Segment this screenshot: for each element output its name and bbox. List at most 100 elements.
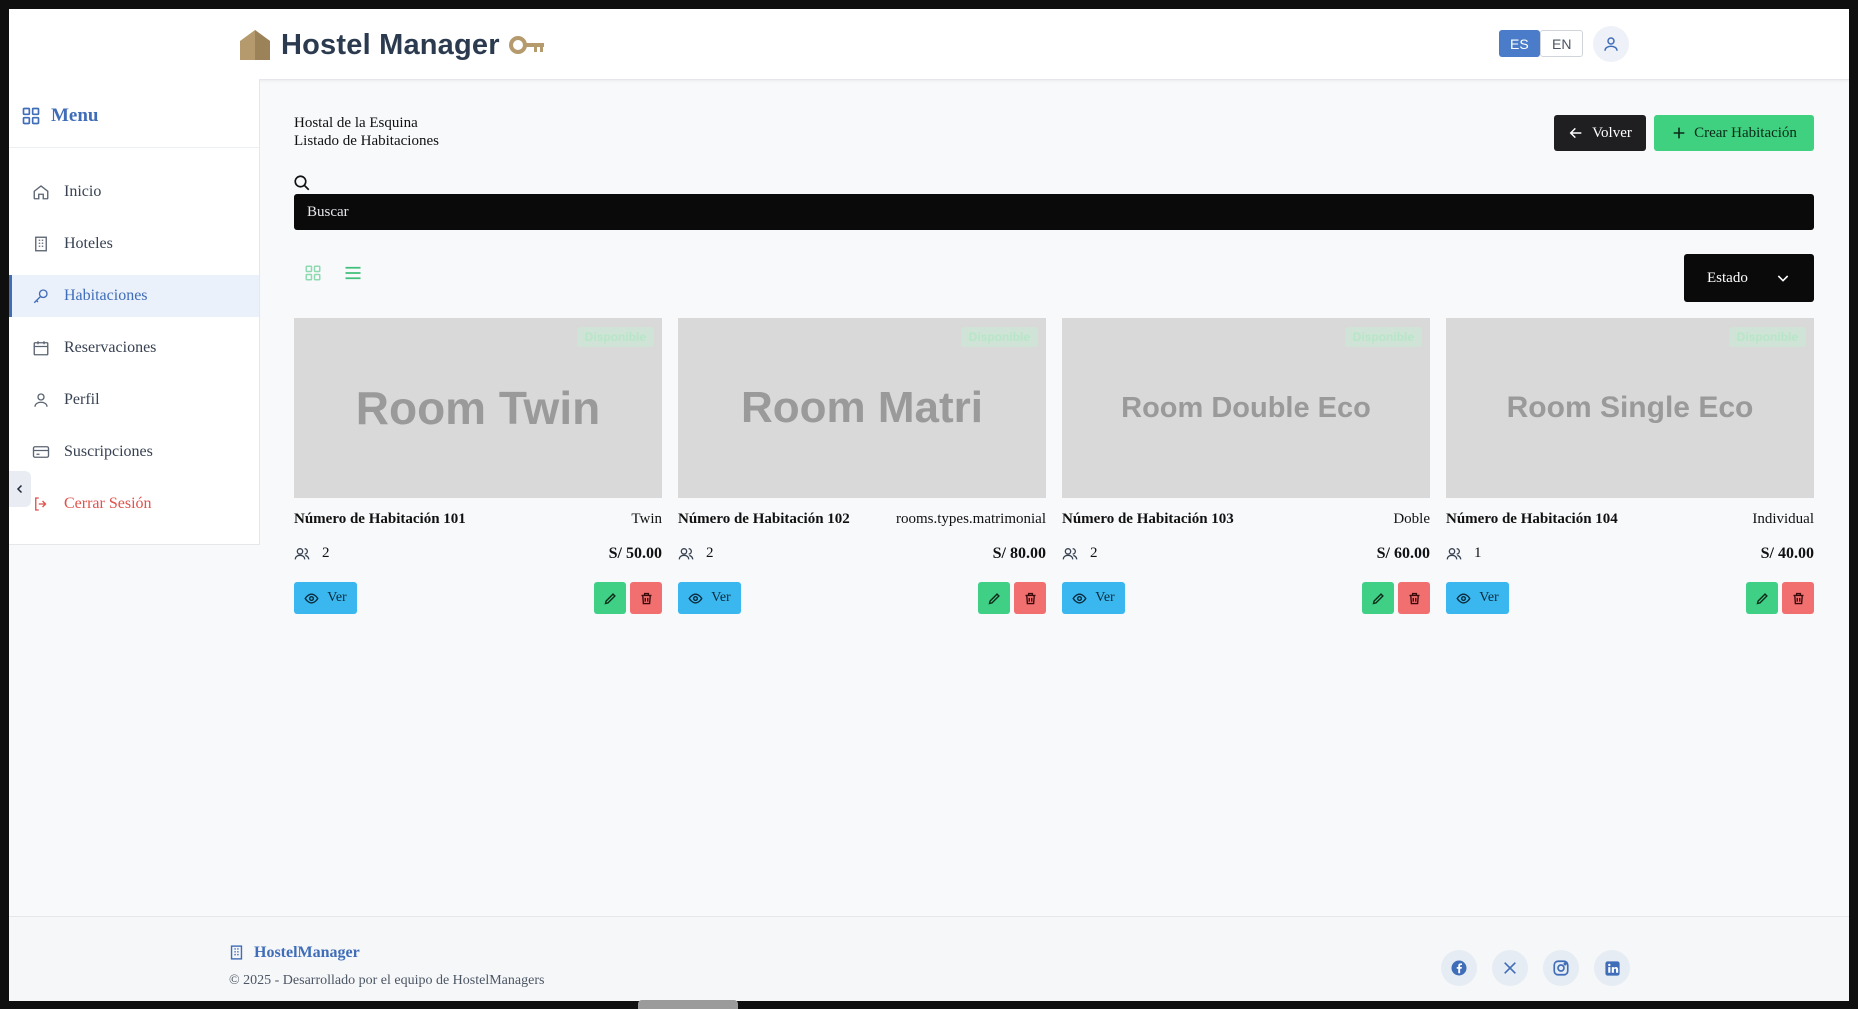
sidebar-item-label: Reservaciones (64, 339, 157, 356)
eye-icon (688, 592, 703, 604)
footer-brand-label: HostelManager (254, 943, 360, 961)
view-room-button[interactable]: Ver (678, 582, 741, 614)
view-room-button[interactable]: Ver (1062, 582, 1125, 614)
room-capacity-value: 2 (322, 545, 330, 561)
search-input[interactable] (294, 194, 1814, 230)
status-badge: Disponible (576, 327, 654, 347)
room-image[interactable]: Room Twin Disponible (294, 318, 662, 498)
delete-room-button[interactable] (1398, 582, 1430, 614)
sidebar-item-inicio[interactable]: Inicio (9, 171, 259, 213)
arrow-left-icon (1569, 127, 1582, 139)
room-card: Room Twin Disponible Número de Habitació… (294, 318, 662, 618)
delete-room-button[interactable] (630, 582, 662, 614)
sidebar-item-reservaciones[interactable]: Reservaciones (9, 327, 259, 369)
room-price: S/ 60.00 (1376, 545, 1430, 562)
room-number: Número de Habitación 104 (1446, 511, 1618, 527)
sidebar-collapse-button[interactable] (9, 471, 31, 507)
footer-brand: HostelManager (228, 943, 360, 962)
delete-room-button[interactable] (1782, 582, 1814, 614)
room-type: Individual (1752, 511, 1814, 527)
instagram-link[interactable] (1543, 950, 1579, 986)
eye-icon (304, 592, 319, 604)
room-price: S/ 50.00 (608, 545, 662, 562)
home-icon (33, 185, 49, 200)
facebook-link[interactable] (1441, 950, 1477, 986)
room-image[interactable]: Room Single Eco Disponible (1446, 318, 1814, 498)
grid-icon (22, 107, 40, 125)
room-image[interactable]: Room Matri Disponible (678, 318, 1046, 498)
room-number: Número de Habitación 103 (1062, 511, 1234, 527)
back-button[interactable]: Volver (1554, 115, 1646, 151)
sidebar-item-label: Inicio (64, 183, 102, 200)
horizontal-scrollbar[interactable] (638, 1000, 738, 1009)
users-icon (678, 547, 694, 559)
page-subtitle: Listado de Habitaciones (294, 133, 439, 149)
room-card: Room Double Eco Disponible Número de Hab… (1062, 318, 1430, 618)
edit-room-button[interactable] (594, 582, 626, 614)
chevron-left-icon (16, 484, 23, 494)
room-type: rooms.types.matrimonial (896, 511, 1046, 527)
status-badge: Disponible (1728, 327, 1806, 347)
status-badge: Disponible (1344, 327, 1422, 347)
list-view-icon[interactable] (344, 265, 362, 281)
room-image-text: Room Double Eco (1121, 391, 1371, 424)
room-number: Número de Habitación 102 (678, 511, 850, 527)
delete-room-button[interactable] (1014, 582, 1046, 614)
room-type: Doble (1393, 511, 1430, 527)
app-logo[interactable]: Hostel Manager (238, 28, 545, 62)
pencil-icon (988, 592, 1000, 604)
lang-en-button[interactable]: EN (1540, 30, 1584, 57)
facebook-icon (1451, 960, 1467, 976)
hostel-name: Hostal de la Esquina (294, 115, 418, 131)
room-capacity-value: 2 (706, 545, 714, 561)
lang-es-button[interactable]: ES (1499, 30, 1540, 57)
x-icon (1504, 962, 1516, 974)
create-room-label: Crear Habitación (1694, 124, 1797, 141)
view-room-label: Ver (327, 590, 347, 605)
user-menu-button[interactable] (1593, 26, 1629, 62)
room-capacity: 2 (678, 545, 714, 562)
chevron-down-icon (1777, 275, 1789, 282)
status-badge: Disponible (960, 327, 1038, 347)
edit-room-button[interactable] (1362, 582, 1394, 614)
sidebar-item-label: Habitaciones (64, 287, 148, 304)
view-room-button[interactable]: Ver (1446, 582, 1509, 614)
grid-view-icon[interactable] (304, 264, 322, 282)
calendar-icon (33, 341, 49, 356)
trash-icon (641, 592, 651, 604)
room-image[interactable]: Room Double Eco Disponible (1062, 318, 1430, 498)
sidebar-item-hoteles[interactable]: Hoteles (9, 223, 259, 265)
view-room-button[interactable]: Ver (294, 582, 357, 614)
linkedin-icon (1604, 960, 1620, 976)
sidebar-item-perfil[interactable]: Perfil (9, 379, 259, 421)
room-capacity: 2 (1062, 545, 1098, 562)
back-button-label: Volver (1592, 124, 1632, 141)
room-price: S/ 40.00 (1760, 545, 1814, 562)
trash-icon (1793, 592, 1803, 604)
room-card: Room Matri Disponible Número de Habitaci… (678, 318, 1046, 618)
logout-icon (35, 497, 47, 511)
sidebar-item-cerrar-sesion[interactable]: Cerrar Sesión (9, 483, 259, 525)
eye-icon (1072, 592, 1087, 604)
edit-room-button[interactable] (1746, 582, 1778, 614)
room-capacity-value: 2 (1090, 545, 1098, 561)
sidebar-divider (9, 147, 259, 148)
sidebar-item-label: Suscripciones (64, 443, 153, 460)
room-number: Número de Habitación 101 (294, 511, 466, 527)
menu-title: Menu (21, 105, 99, 127)
status-filter-select[interactable]: Estado (1684, 254, 1814, 302)
menu-title-label: Menu (51, 105, 99, 126)
building-icon (35, 236, 47, 252)
create-room-button[interactable]: Crear Habitación (1654, 115, 1814, 151)
sidebar-item-habitaciones[interactable]: Habitaciones (9, 275, 259, 317)
linkedin-link[interactable] (1594, 950, 1630, 986)
credit-card-icon (32, 446, 50, 458)
users-icon (294, 547, 310, 559)
app-title: Hostel Manager (281, 28, 500, 61)
building-icon (230, 945, 243, 960)
x-link[interactable] (1492, 950, 1528, 986)
sidebar: Menu Inicio Hoteles Habitaciones Reserva… (9, 79, 260, 545)
sidebar-item-suscripciones[interactable]: Suscripciones (9, 431, 259, 473)
house-logo-icon (240, 30, 270, 60)
edit-room-button[interactable] (978, 582, 1010, 614)
